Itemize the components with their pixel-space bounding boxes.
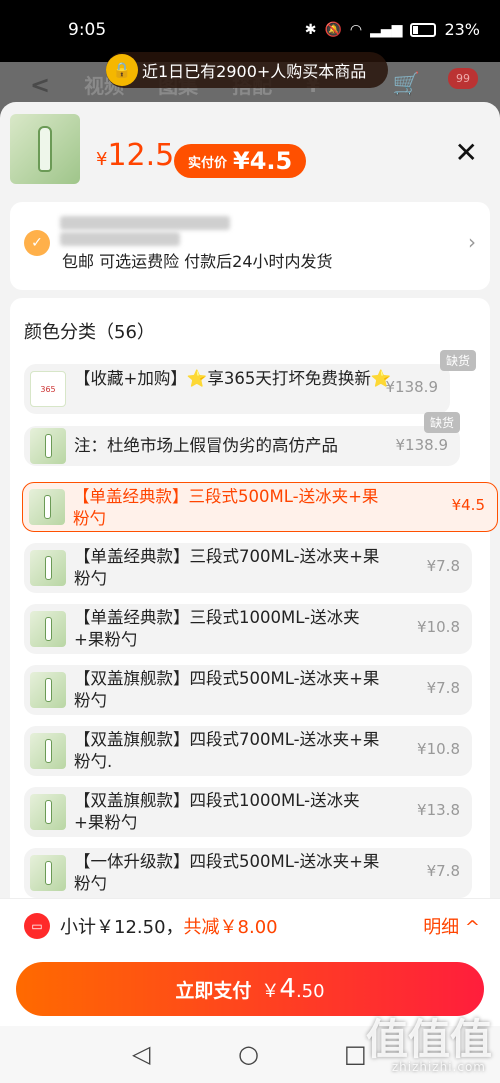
sku-item-selected[interactable]: 【单盖经典款】三段式500ML-送冰夹+果粉勺 ¥4.5: [22, 482, 498, 532]
toast-text: 近1日已有2900+人购买本商品: [142, 62, 367, 81]
sku-item[interactable]: 【单盖经典款】三段式700ML-送冰夹+果粉勺 ¥7.8: [24, 543, 472, 593]
sku-item[interactable]: 【双盖旗舰款】四段式1000ML-送冰夹+果粉勺 ¥13.8: [24, 787, 472, 837]
sku-price: ¥7.8: [426, 679, 460, 697]
lock-icon: 🔒: [106, 54, 138, 86]
out-of-stock-tag: 缺货: [439, 350, 476, 371]
sku-thumbnail: [30, 794, 66, 830]
nav-recents-icon[interactable]: □: [344, 1040, 367, 1068]
sku-label: 【单盖经典款】三段式500ML-送冰夹+果粉勺: [73, 487, 379, 528]
sku-price: ¥10.8: [417, 740, 460, 758]
sku-thumbnail: [29, 489, 65, 525]
signal-icon: ▂▄▆: [370, 21, 403, 38]
pay-amount-int: 4: [279, 974, 296, 1004]
status-time: 9:05: [68, 20, 107, 40]
status-icons: ✱ 🔕 ◠ ▂▄▆ 23%: [305, 20, 480, 39]
sku-thumbnail: 365: [30, 371, 66, 407]
product-price: ¥12.5: [96, 138, 174, 173]
bottle-image: [38, 126, 52, 172]
pay-button-label: 立即支付: [175, 979, 252, 1002]
sku-item[interactable]: 【双盖旗舰款】四段式700ML-送冰夹+果粉勺. ¥10.8: [24, 726, 472, 776]
sku-price: ¥10.8: [417, 618, 460, 636]
battery-icon: [410, 22, 437, 37]
sku-item[interactable]: 365 【收藏+加购】⭐享365天打坏免费换新⭐ ¥138.9: [24, 364, 450, 414]
price-currency: ¥: [96, 149, 108, 170]
watermark-url: zhizhizhi.com: [391, 1060, 486, 1074]
close-icon[interactable]: ✕: [455, 136, 478, 169]
sku-label: 【单盖经典款】三段式1000ML-送冰夹+果粉勺: [74, 608, 360, 649]
sku-item[interactable]: 注：杜绝市场上假冒伪劣的高仿产品 ¥138.9: [24, 426, 460, 466]
real-price-badge: 实付价 ¥4.5: [174, 144, 307, 178]
mute-icon: 🔕: [324, 21, 342, 38]
subtotal-label: 小计￥12.50，: [60, 917, 184, 938]
subtotal-text: 小计￥12.50，共减￥8.00: [60, 913, 278, 939]
coupon-icon: ▭: [24, 913, 50, 939]
real-price-value: ¥4.5: [233, 147, 293, 175]
price-value: 12.5: [107, 138, 175, 173]
bluetooth-icon: ✱: [304, 21, 317, 38]
cart-icon[interactable]: 🛒: [393, 72, 420, 97]
product-thumbnail[interactable]: [10, 114, 80, 184]
shipping-description: 包邮 可选运费险 付款后24小时内发货: [62, 252, 333, 271]
sku-thumbnail: [30, 733, 66, 769]
sku-thumbnail: [30, 855, 66, 891]
nav-home-icon[interactable]: ○: [238, 1040, 259, 1068]
battery-percent: 23%: [444, 20, 480, 39]
address-blurred: [60, 216, 230, 230]
real-price-label: 实付价: [188, 155, 228, 171]
sku-section-title: 颜色分类（56）: [24, 322, 155, 343]
sku-label: 注：杜绝市场上假冒伪劣的高仿产品: [74, 436, 338, 455]
sku-label: 【单盖经典款】三段式700ML-送冰夹+果粉勺: [74, 547, 380, 588]
sku-item[interactable]: 【一体升级款】四段式500ML-送冰夹+果粉勺 ¥7.8: [24, 848, 472, 898]
back-icon[interactable]: <: [30, 71, 50, 99]
sku-price: ¥138.9: [385, 378, 439, 396]
sku-thumbnail: [30, 611, 66, 647]
chevron-right-icon: ›: [468, 230, 476, 254]
shipping-icon: ✓: [24, 230, 50, 256]
sku-label: 【收藏+加购】⭐享365天打坏免费换新⭐: [74, 369, 392, 388]
pay-amount: ￥4.50: [261, 974, 324, 1004]
sku-price: ¥4.5: [451, 496, 485, 514]
sku-thumbnail: [30, 672, 66, 708]
sku-sheet: ¥12.5 实付价 ¥4.5 ✕ ✓ 包邮 可选运费险 付款后24小时内发货 ›…: [0, 102, 500, 1022]
sku-thumbnail: [30, 428, 66, 464]
sku-price: ¥138.9: [395, 436, 449, 454]
cart-badge: 99: [448, 68, 478, 89]
sku-label: 【双盖旗舰款】四段式500ML-送冰夹+果粉勺: [74, 669, 380, 710]
product-header: ¥12.5 实付价 ¥4.5 ✕: [10, 114, 490, 194]
pay-amount-dec: .50: [295, 981, 325, 1002]
sku-thumbnail: [30, 550, 66, 586]
sku-item[interactable]: 【双盖旗舰款】四段式500ML-送冰夹+果粉勺 ¥7.8: [24, 665, 472, 715]
watermark-logo: 值值值: [365, 1015, 492, 1064]
sku-price: ¥7.8: [426, 557, 460, 575]
pay-currency: ￥: [261, 981, 280, 1002]
sku-label: 【一体升级款】四段式500ML-送冰夹+果粉勺: [74, 852, 380, 893]
wifi-icon: ◠: [349, 21, 363, 38]
out-of-stock-tag: 缺货: [423, 412, 460, 433]
sku-item[interactable]: 【单盖经典款】三段式1000ML-送冰夹+果粉勺 ¥10.8: [24, 604, 472, 654]
sku-label: 【双盖旗舰款】四段式1000ML-送冰夹+果粉勺: [74, 791, 360, 832]
sku-price: ¥7.8: [426, 862, 460, 880]
subtotal-bar: ▭ 小计￥12.50，共减￥8.00 明细 ^: [0, 898, 500, 954]
nav-back-icon[interactable]: ◁: [132, 1040, 150, 1068]
sku-price: ¥13.8: [417, 801, 460, 819]
detail-link[interactable]: 明细 ^: [423, 913, 480, 939]
purchase-toast: 🔒 近1日已有2900+人购买本商品: [106, 52, 388, 88]
sku-label: 【双盖旗舰款】四段式700ML-送冰夹+果粉勺.: [74, 730, 380, 771]
shipping-card[interactable]: ✓ 包邮 可选运费险 付款后24小时内发货 ›: [10, 202, 490, 290]
discount-label: 共减￥8.00: [183, 917, 278, 938]
address-blurred-2: [60, 232, 180, 246]
